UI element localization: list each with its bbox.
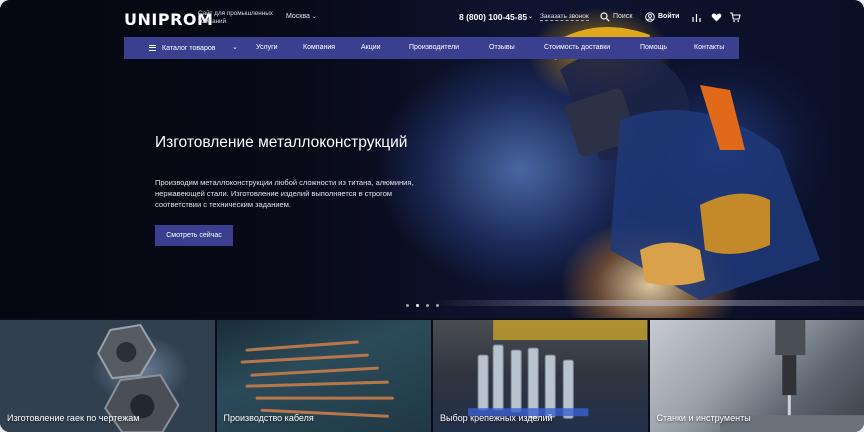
city-label: Москва bbox=[286, 13, 310, 20]
slider-dot[interactable] bbox=[426, 304, 429, 307]
catalog-label: Каталог товаров bbox=[162, 44, 216, 52]
category-tile[interactable]: Выбор крепежных изделий bbox=[433, 320, 648, 432]
tile-label: Производство кабеля bbox=[223, 413, 314, 423]
nav-item-reviews[interactable]: Отзывы bbox=[489, 44, 515, 51]
nav-item-help[interactable]: Помощь bbox=[640, 44, 667, 51]
search-button[interactable]: Поиск bbox=[613, 13, 632, 20]
tile-label: Станки и инструменты bbox=[656, 413, 751, 423]
category-tiles: Изготовление гаек по чертежам Производст… bbox=[0, 320, 864, 432]
nav-item-manufacturers[interactable]: Производители bbox=[409, 44, 459, 51]
site-tagline: Сайт для промышленных компаний bbox=[198, 10, 273, 25]
chevron-down-icon: ⌄ bbox=[232, 44, 238, 51]
callback-link[interactable]: Заказать звонок bbox=[540, 13, 589, 21]
phone-number[interactable]: 8 (800) 100-45-85 bbox=[459, 12, 527, 22]
tile-label: Изготовление гаек по чертежам bbox=[7, 413, 140, 423]
chevron-down-icon[interactable]: ⌄ bbox=[528, 13, 533, 20]
menu-icon bbox=[149, 45, 156, 51]
user-icon[interactable] bbox=[645, 12, 655, 22]
heart-icon[interactable] bbox=[711, 12, 722, 23]
tile-label: Выбор крепежных изделий bbox=[440, 413, 553, 423]
chevron-down-icon: ⌄ bbox=[311, 14, 317, 20]
nav-item-delivery[interactable]: Стоимость доставки bbox=[544, 44, 610, 51]
search-icon[interactable] bbox=[600, 12, 610, 22]
category-tile[interactable]: Производство кабеля bbox=[216, 320, 431, 432]
watch-now-button[interactable]: Смотреть сейчас bbox=[155, 225, 233, 246]
catalog-button[interactable]: Каталог товаров ⌄ bbox=[124, 37, 249, 59]
city-selector[interactable]: Москва ⌄ bbox=[286, 13, 317, 20]
hero-title: Изготовление металлоконструкций bbox=[155, 134, 408, 151]
slider-dot[interactable] bbox=[406, 304, 409, 307]
header: UNIPROM Сайт для промышленных компаний М… bbox=[0, 0, 864, 36]
login-button[interactable]: Войти bbox=[658, 13, 679, 20]
hero-light-line bbox=[430, 300, 864, 306]
nav-item-company[interactable]: Компания bbox=[303, 44, 335, 51]
cart-icon[interactable] bbox=[729, 11, 741, 23]
slider-pagination bbox=[406, 304, 439, 307]
nav-item-contacts[interactable]: Контакты bbox=[694, 44, 724, 51]
nav-item-promotions[interactable]: Акции bbox=[361, 44, 381, 51]
slider-dot-active[interactable] bbox=[416, 304, 419, 307]
compare-icon[interactable] bbox=[691, 12, 702, 23]
category-tile[interactable]: Станки и инструменты bbox=[649, 320, 864, 432]
main-navigation: Каталог товаров ⌄ Услуги Компания Акции … bbox=[124, 37, 739, 59]
slider-dot[interactable] bbox=[436, 304, 439, 307]
category-tile[interactable]: Изготовление гаек по чертежам bbox=[0, 320, 215, 432]
hero-description: Производим металлоконструкции любой слож… bbox=[155, 178, 414, 209]
page: UNIPROM Сайт для промышленных компаний М… bbox=[0, 0, 864, 432]
nav-item-services[interactable]: Услуги bbox=[256, 44, 278, 51]
